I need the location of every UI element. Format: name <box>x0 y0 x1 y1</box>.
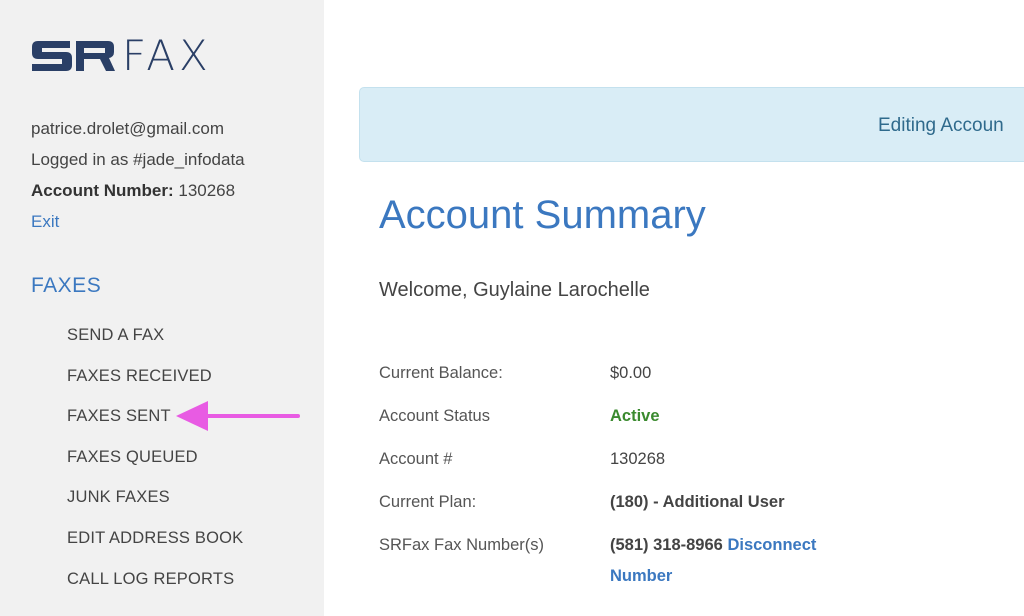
status-value: Active <box>610 407 660 425</box>
plan-value: (180) - Additional User <box>610 493 785 511</box>
account-value: 130268 <box>610 450 666 468</box>
welcome-message: Welcome, Guylaine Larochelle <box>379 279 650 301</box>
exit-link[interactable]: Exit <box>31 212 59 231</box>
balance-label: Current Balance: <box>379 364 503 382</box>
annotation-arrow-icon <box>176 401 300 431</box>
account-number: Account Number: 130268 <box>31 175 245 206</box>
nav-faxes-received[interactable]: FAXES RECEIVED <box>67 363 243 404</box>
logo-text: FAX <box>122 31 212 80</box>
sidebar: FAX patrice.drolet@gmail.com Logged in a… <box>0 0 324 616</box>
account-number-label: Account Number: <box>31 181 174 200</box>
account-label: Account # <box>379 450 453 468</box>
nav-junk-faxes[interactable]: JUNK FAXES <box>67 484 243 525</box>
editing-account-banner: Editing Accoun <box>359 87 1024 162</box>
logged-in-as: Logged in as #jade_infodata <box>31 150 245 169</box>
fax-numbers-label: SRFax Fax Number(s) <box>379 536 545 554</box>
account-info: patrice.drolet@gmail.com Logged in as #j… <box>31 113 245 237</box>
disconnect-link-word2: Number <box>610 567 673 585</box>
status-label: Account Status <box>379 407 490 425</box>
nav-call-log-reports[interactable]: CALL LOG REPORTS <box>67 566 243 607</box>
disconnect-link-word1: Disconnect <box>727 536 817 554</box>
nav-edit-address-book[interactable]: EDIT ADDRESS BOOK <box>67 525 243 566</box>
srfax-logo[interactable]: FAX <box>30 31 212 80</box>
faxes-section-title: FAXES <box>31 274 102 297</box>
sr-logo-mark-icon <box>32 41 115 71</box>
banner-text: Editing Accoun <box>878 115 1004 136</box>
nav-send-a-fax[interactable]: SEND A FAX <box>67 322 243 363</box>
user-email: patrice.drolet@gmail.com <box>31 119 224 138</box>
fax-number-value: (581) 318-8966 <box>610 536 723 554</box>
page-title: Account Summary <box>379 193 706 237</box>
faxes-nav: SEND A FAX FAXES RECEIVED FAXES SENT FAX… <box>67 322 243 606</box>
account-number-value: 130268 <box>178 181 236 200</box>
plan-label: Current Plan: <box>379 493 477 511</box>
nav-faxes-queued[interactable]: FAXES QUEUED <box>67 444 243 485</box>
balance-value: $0.00 <box>610 364 652 382</box>
